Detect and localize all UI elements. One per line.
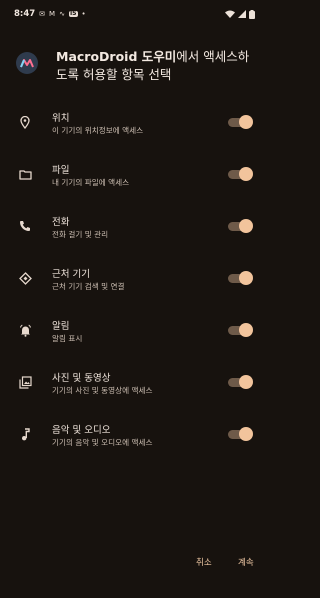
- permission-description: 기기의 사진 및 동영상에 액세스: [52, 386, 153, 395]
- status-bar: 8:47 ✉ M ∿ IS •: [0, 0, 269, 28]
- permission-row-photos-videos[interactable]: 사진 및 동영상 기기의 사진 및 동영상에 액세스: [0, 368, 269, 420]
- permission-list: 위치 이 기기의 위치정보에 액세스 파일 내 기기의 파일에 액세스 전화 전…: [0, 108, 269, 472]
- nearby-devices-toggle[interactable]: [228, 271, 253, 285]
- app-name: MacroDroid 도우미: [56, 49, 177, 64]
- signal-icon: [238, 10, 246, 18]
- notifications-toggle[interactable]: [228, 323, 253, 337]
- permission-description: 근처 기기 검색 및 연결: [52, 282, 125, 291]
- permission-title: 파일: [52, 165, 70, 176]
- dialog-actions: 취소 계속: [0, 556, 269, 576]
- permission-description: 전화 걸기 및 관리: [52, 230, 109, 239]
- permission-title: 사진 및 동영상: [52, 373, 111, 384]
- permission-title: 위치: [52, 113, 70, 124]
- cancel-button[interactable]: 취소: [196, 556, 212, 568]
- permission-description: 이 기기의 위치정보에 액세스: [52, 126, 144, 135]
- location-toggle[interactable]: [228, 115, 253, 129]
- permission-title: 음악 및 오디오: [52, 425, 111, 436]
- permission-row-notifications[interactable]: 알림 알림 표시: [0, 316, 269, 368]
- permission-description: 기기의 음악 및 오디오에 액세스: [52, 438, 153, 447]
- battery-icon: [249, 9, 255, 19]
- files-toggle[interactable]: [228, 167, 253, 181]
- bell-icon: [18, 323, 32, 337]
- permission-row-files[interactable]: 파일 내 기기의 파일에 액세스: [0, 160, 269, 212]
- phone-icon: [18, 219, 32, 233]
- permission-title: 전화: [52, 217, 70, 228]
- dialog-title: MacroDroid 도우미에서 액세스하도록 허용할 항목 선택: [56, 48, 256, 84]
- photo-library-icon: [18, 375, 32, 389]
- permission-description: 알림 표시: [52, 334, 83, 343]
- status-time: 8:47: [14, 9, 36, 19]
- dialog-header: MacroDroid 도우미에서 액세스하도록 허용할 항목 선택: [16, 48, 256, 84]
- macrodroid-app-icon: [16, 52, 38, 74]
- folder-icon: [18, 167, 32, 181]
- gmail-icon: M: [49, 9, 56, 18]
- box-app-icon: IS: [68, 10, 78, 17]
- permission-row-music-audio[interactable]: 음악 및 오디오 기기의 음악 및 오디오에 액세스: [0, 420, 269, 472]
- dot-icon: •: [81, 9, 86, 18]
- wifi-icon: [225, 10, 235, 18]
- permission-row-location[interactable]: 위치 이 기기의 위치정보에 액세스: [0, 108, 269, 160]
- permission-row-phone[interactable]: 전화 전화 걸기 및 관리: [0, 212, 269, 264]
- permission-title: 알림: [52, 321, 70, 332]
- music-audio-toggle[interactable]: [228, 427, 253, 441]
- continue-button[interactable]: 계속: [238, 556, 254, 568]
- location-pin-icon: [18, 115, 32, 129]
- phone-toggle[interactable]: [228, 219, 253, 233]
- music-note-icon: [18, 427, 32, 441]
- nearby-devices-icon: [18, 271, 32, 285]
- photos-videos-toggle[interactable]: [228, 375, 253, 389]
- permission-row-nearby-devices[interactable]: 근처 기기 근처 기기 검색 및 연결: [0, 264, 269, 316]
- messages-icon: ✉: [39, 9, 46, 18]
- activity-icon: ∿: [59, 9, 65, 18]
- permission-description: 내 기기의 파일에 액세스: [52, 178, 130, 187]
- permission-title: 근처 기기: [52, 269, 90, 280]
